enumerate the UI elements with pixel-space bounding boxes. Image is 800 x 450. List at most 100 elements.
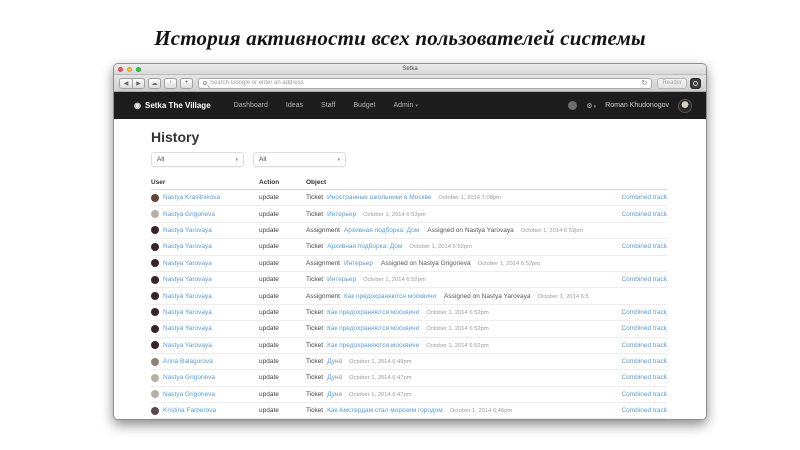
filters: All ▾ All ▾ (151, 152, 667, 167)
avatar (151, 373, 159, 382)
nav-item-budget[interactable]: Budget (353, 102, 375, 109)
reader-button[interactable]: Reader (657, 77, 687, 89)
user-link[interactable]: Nastya Grigorieva (163, 391, 215, 398)
table-row: Nastya Yarovaya update Assignment Архивн… (151, 223, 667, 240)
object-link[interactable]: Дуня (327, 358, 342, 365)
user-link[interactable]: Nastya Yarovaya (163, 325, 212, 332)
avatar (151, 341, 159, 350)
combined-track-link[interactable]: Combined track (621, 325, 667, 332)
object-type: Ticket (306, 325, 324, 333)
action-label: update (259, 308, 279, 316)
app-navbar: ◉ Setka The Village Dashboard Ideas Staf… (114, 92, 706, 119)
nav-item-dashboard[interactable]: Dashboard (234, 102, 268, 109)
object-link[interactable]: Как предохраняются москвичи (327, 309, 419, 316)
user-link[interactable]: Nastya Yarovaya (163, 309, 212, 316)
user-link[interactable]: Anna Balagurova (163, 358, 213, 365)
row-date: October 1, 2014 6:52pm (520, 227, 584, 234)
combined-track-link[interactable]: Combined track (621, 391, 667, 398)
object-cell: Ticket Дуня October 1, 2014 6:49pm (306, 358, 589, 365)
col-object: Object (306, 179, 327, 186)
user-link[interactable]: Nastya Yarovaya (163, 276, 212, 283)
avatar (151, 357, 159, 366)
notifications-badge[interactable] (568, 101, 578, 110)
new-tab-button[interactable]: + (180, 77, 193, 89)
nav-item-staff[interactable]: Staff (321, 102, 335, 109)
object-link[interactable]: Архивная подборка: Дом (344, 227, 419, 234)
nav-item-admin-label: Admin (393, 102, 414, 109)
user-link[interactable]: Nastya Yarovaya (163, 243, 212, 250)
object-link[interactable]: Интерьер (327, 276, 356, 283)
user-link[interactable]: Nastya Grigorieva (163, 211, 215, 218)
back-button[interactable]: ◀ (119, 77, 132, 89)
object-link[interactable]: Интерьер (344, 260, 373, 267)
combined-track-link[interactable]: Combined track (621, 243, 667, 250)
table-row: Nastya Yarovaya update Ticket Как предох… (151, 321, 667, 338)
avatar (151, 324, 159, 333)
combined-track-link[interactable]: Combined track (621, 342, 667, 349)
extension-button[interactable] (690, 77, 701, 89)
object-link[interactable]: Иностранные школьники в Москве (327, 194, 431, 201)
track-cell: Combined track (589, 211, 667, 218)
track-cell: Combined track (589, 325, 667, 332)
combined-track-link[interactable]: Combined track (621, 374, 667, 381)
brand-label: Setka The Village (144, 101, 211, 110)
forward-button[interactable]: ▶ (132, 77, 145, 89)
table-row: Anna Balagurova update Ticket Дуня Octob… (151, 354, 667, 371)
reload-icon[interactable]: ↻ (641, 79, 647, 87)
nav-item-admin[interactable]: Admin ▾ (394, 102, 418, 109)
assignment-meta: Assigned on Nastya Yarovaya (427, 226, 514, 234)
filter-user-select[interactable]: All ▾ (151, 152, 244, 167)
nav-item-ideas[interactable]: Ideas (286, 102, 303, 109)
table-row: Nastya Grigorieva update Assignment 8 му… (151, 419, 667, 420)
table-header: User Action Object (151, 176, 667, 190)
combined-track-link[interactable]: Combined track (621, 194, 667, 201)
brand[interactable]: ◉ Setka The Village (134, 101, 211, 110)
action-label: update (259, 194, 279, 202)
settings-menu[interactable]: ⚙▾ (586, 102, 596, 110)
icloud-tabs-button[interactable]: ☁ (148, 77, 161, 89)
search-icon (203, 81, 207, 85)
object-link[interactable]: Как Амстердам стал морским городом (327, 407, 443, 414)
current-user-name[interactable]: Roman Khudonogov (605, 102, 669, 109)
filter-object-select[interactable]: All ▾ (253, 152, 346, 167)
object-link[interactable]: Дуня (327, 391, 342, 398)
browser-titlebar[interactable]: Setka (114, 64, 706, 75)
combined-track-link[interactable]: Combined track (621, 358, 667, 365)
user-link[interactable]: Nastya Krasilnikova (163, 194, 220, 201)
object-type: Assignment (306, 226, 340, 234)
combined-track-link[interactable]: Combined track (621, 276, 667, 283)
filter-value: All (157, 156, 165, 163)
object-type: Assignment (306, 292, 340, 300)
user-link[interactable]: Nastya Yarovaya (163, 227, 212, 234)
combined-track-link[interactable]: Combined track (621, 211, 667, 218)
object-cell: Ticket Как предохраняются москвичи Octob… (306, 325, 589, 332)
object-link[interactable]: Интерьер (327, 211, 356, 218)
table-row: Nastya Yarovaya update Ticket Как предох… (151, 305, 667, 322)
user-link[interactable]: Nastya Grigorieva (163, 374, 215, 381)
extension-icon (693, 80, 698, 86)
combined-track-link[interactable]: Combined track (621, 407, 667, 414)
user-link[interactable]: Nastya Yarovaya (163, 260, 212, 267)
combined-track-link[interactable]: Combined track (621, 309, 667, 316)
share-button[interactable]: ↑ (164, 77, 177, 89)
object-link[interactable]: Как предохраняются москвичи (327, 325, 419, 332)
address-bar[interactable]: Search Google or enter an address ↻ (198, 77, 653, 89)
object-link[interactable]: Как предохраняются москвичи (344, 293, 436, 300)
table-row: Nastya Yarovaya update Ticket Архивная п… (151, 239, 667, 256)
current-user-avatar[interactable] (678, 98, 692, 113)
user-link[interactable]: Nastya Yarovaya (163, 293, 212, 300)
object-type: Ticket (306, 276, 324, 284)
object-link[interactable]: Дуня (327, 374, 342, 381)
user-cell: Nastya Grigorieva (151, 373, 259, 382)
object-link[interactable]: Архивная подборка: Дом (327, 243, 402, 250)
user-cell: Nastya Grigorieva (151, 390, 259, 399)
browser-toolbar: ◀ ▶ ☁ ↑ + Search Google or enter an addr… (114, 75, 706, 92)
chevron-down-icon: ▾ (415, 103, 418, 109)
user-link[interactable]: Kristina Farberova (163, 407, 216, 414)
avatar (151, 259, 159, 268)
track-cell: Combined track (589, 374, 667, 381)
user-cell: Nastya Yarovaya (151, 226, 259, 235)
user-link[interactable]: Nastya Yarovaya (163, 342, 212, 349)
row-date: October 1, 2014 7:08pm (438, 195, 501, 202)
object-link[interactable]: Как предохраняются москвичи (327, 342, 419, 349)
